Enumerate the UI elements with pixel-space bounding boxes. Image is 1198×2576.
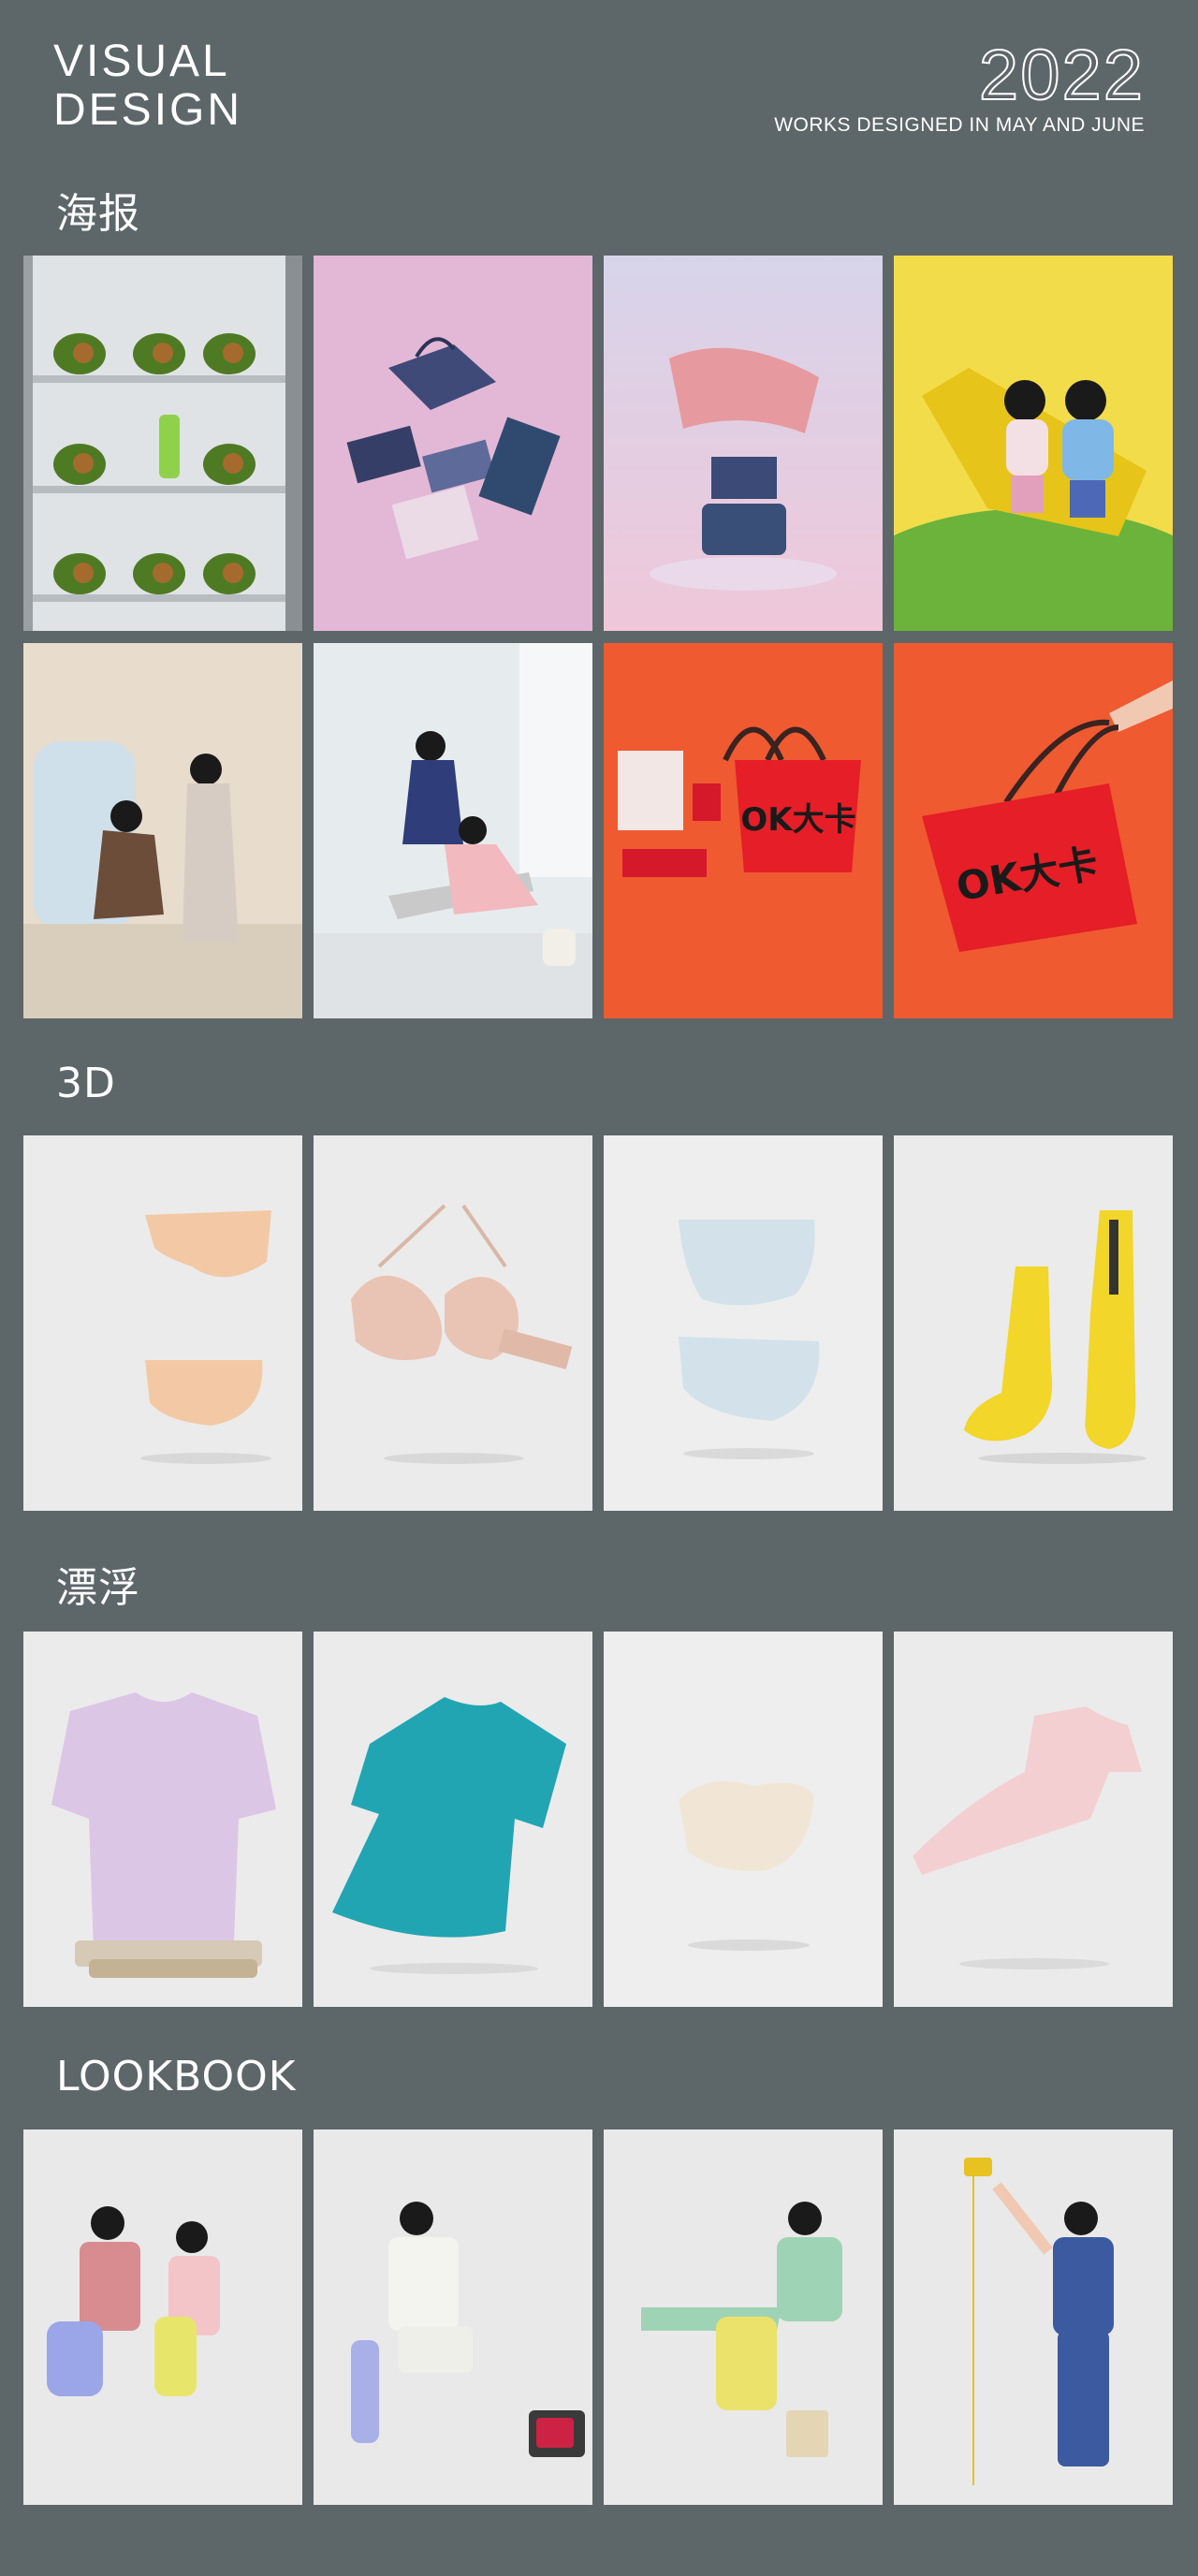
poster-red-bag-held[interactable]: OK大卡 — [894, 643, 1173, 1018]
pink-packaging-image — [314, 256, 592, 631]
lookbook-blue-set[interactable] — [894, 2130, 1173, 2505]
lookbook-pink-pair[interactable] — [23, 2130, 302, 2505]
3d-grid — [23, 1135, 1175, 1511]
white-set-image — [314, 2130, 592, 2505]
poster-avocado-fridge[interactable] — [23, 256, 302, 631]
float-lilac-tee[interactable] — [23, 1632, 302, 2007]
section-title-lookbook: LOOKBOOK — [56, 2053, 297, 2100]
poster-yellow-banana[interactable] — [894, 256, 1173, 631]
green-set-image — [604, 2130, 883, 2505]
visual-design-title: VISUAL DESIGN — [53, 37, 242, 135]
float-grid — [23, 1632, 1175, 2007]
section-title-3d: 3D — [56, 1060, 116, 1107]
nude-bra-image — [314, 1135, 592, 1511]
teal-tee-image — [314, 1632, 592, 2007]
section-title-float: 漂浮 — [56, 1564, 140, 1612]
bag-lettering-1: OK大卡 — [740, 801, 855, 839]
lilac-tee-image — [23, 1632, 302, 2007]
cream-underwear-image — [604, 1632, 883, 2007]
title-line-2: DESIGN — [53, 85, 243, 135]
poster-floating-towel[interactable] — [604, 256, 883, 631]
pink-dress-image — [894, 1632, 1173, 2007]
3d-yellow-socks[interactable] — [894, 1135, 1173, 1511]
float-teal-tee[interactable] — [314, 1632, 592, 2007]
poster-red-bag-set[interactable]: OK大卡 — [604, 643, 883, 1018]
blue-set-image — [894, 2130, 1173, 2505]
title-line-1: VISUAL — [53, 37, 230, 86]
float-pink-dress[interactable] — [894, 1632, 1173, 2007]
avocado-fridge-image — [23, 256, 302, 631]
lookbook-green-set[interactable] — [604, 2130, 883, 2505]
poster-grid: OK大卡 OK大卡 — [23, 256, 1175, 1018]
lookbook-white-set[interactable] — [314, 2130, 592, 2505]
poster-pajama-lounge[interactable] — [314, 643, 592, 1018]
blue-briefs-image — [604, 1135, 883, 1511]
floating-towel-image — [604, 256, 883, 631]
3d-blue-briefs[interactable] — [604, 1135, 883, 1511]
beige-room-image — [23, 643, 302, 1018]
poster-beige-room[interactable] — [23, 643, 302, 1018]
pajama-lounge-image — [314, 643, 592, 1018]
yellow-socks-image — [894, 1135, 1173, 1511]
yellow-banana-image — [894, 256, 1173, 631]
year-label: 2022 — [978, 36, 1145, 115]
lookbook-grid — [23, 2130, 1175, 2505]
red-bag-set-image: OK大卡 — [604, 643, 883, 1018]
red-bag-held-image: OK大卡 — [894, 643, 1173, 1018]
3d-nude-bra[interactable] — [314, 1135, 592, 1511]
float-cream-underwear[interactable] — [604, 1632, 883, 2007]
section-title-poster: 海报 — [56, 190, 140, 238]
year-block: 2022 WORKS DESIGNED IN MAY AND JUNE — [774, 36, 1145, 137]
subtitle-label: WORKS DESIGNED IN MAY AND JUNE — [774, 114, 1145, 136]
nude-briefs-image — [23, 1135, 302, 1511]
poster-pink-packaging[interactable] — [314, 256, 592, 631]
pink-pair-image — [23, 2130, 302, 2505]
3d-nude-briefs[interactable] — [23, 1135, 302, 1511]
